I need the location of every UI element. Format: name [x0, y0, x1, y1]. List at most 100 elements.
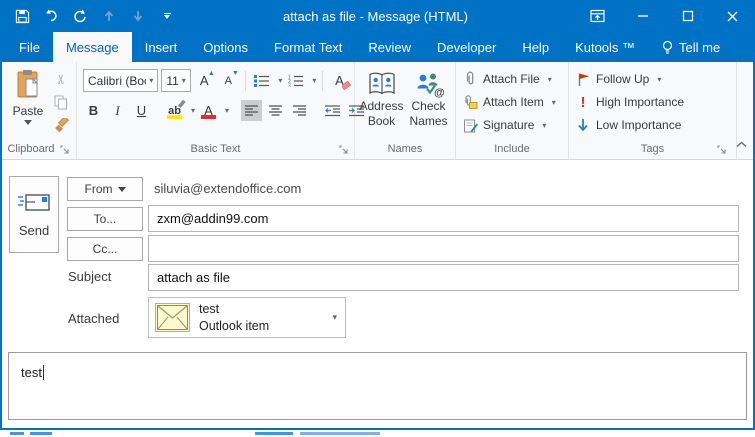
ribbon-tabs: File Message Insert Options Format Text …: [0, 32, 755, 62]
svg-text:@: @: [434, 87, 444, 98]
subject-input[interactable]: [148, 264, 739, 291]
decrease-indent-button[interactable]: [322, 100, 343, 121]
align-right-button[interactable]: [289, 100, 310, 121]
attachment-dropdown-icon[interactable]: ▾: [332, 312, 337, 323]
highlight-button[interactable]: ab: [164, 100, 186, 121]
close-button[interactable]: [710, 0, 755, 32]
font-color-button[interactable]: A: [198, 100, 219, 121]
attachment-item[interactable]: test Outlook item ▾: [148, 297, 346, 338]
send-button[interactable]: Send: [9, 176, 59, 253]
tab-file[interactable]: File: [6, 32, 53, 62]
cc-input[interactable]: [148, 235, 739, 262]
include-group-label: Include: [494, 143, 530, 155]
customize-quick-access-icon[interactable]: [158, 7, 176, 25]
tab-kutools[interactable]: Kutools ™: [562, 32, 648, 62]
window-controls: [575, 0, 755, 32]
align-center-button[interactable]: [265, 100, 286, 121]
subject-label: Subject: [68, 269, 112, 284]
redo-icon[interactable]: [71, 7, 89, 25]
save-icon[interactable]: [13, 7, 31, 25]
chevron-down-icon[interactable]: ▾: [278, 76, 282, 85]
low-importance-icon: [575, 118, 591, 132]
format-painter-icon[interactable]: [52, 116, 70, 134]
numbering-button[interactable]: 123: [285, 70, 306, 91]
quick-access-toolbar: [0, 7, 176, 25]
follow-up-button[interactable]: Follow Up ▾: [575, 69, 684, 89]
tab-review[interactable]: Review: [355, 32, 424, 62]
tab-insert[interactable]: Insert: [132, 32, 191, 62]
maximize-button[interactable]: [665, 0, 710, 32]
undo-icon[interactable]: [42, 7, 60, 25]
chevron-down-icon[interactable]: ▾: [312, 76, 316, 85]
address-book-button[interactable]: Address Book: [359, 67, 404, 141]
check-names-icon: @: [414, 69, 444, 99]
bullets-button[interactable]: [251, 70, 272, 91]
tab-tell-me[interactable]: Tell me: [648, 32, 733, 62]
cc-button[interactable]: Cc...: [67, 237, 143, 261]
underline-button[interactable]: U: [131, 100, 152, 121]
tab-developer[interactable]: Developer: [424, 32, 509, 62]
collapse-ribbon-icon[interactable]: [736, 135, 747, 153]
tab-message[interactable]: Message: [52, 32, 132, 62]
tab-format-text[interactable]: Format Text: [261, 32, 355, 62]
grow-font-button[interactable]: A ▲: [194, 70, 215, 91]
highlight-color-bar: [167, 115, 182, 119]
separator: [322, 70, 324, 91]
lightbulb-icon: [661, 40, 674, 55]
follow-up-label: Follow Up: [596, 72, 650, 86]
tab-help[interactable]: Help: [509, 32, 562, 62]
check-names-button[interactable]: @ Check Names: [406, 67, 451, 141]
low-importance-label: Low Importance: [596, 118, 682, 132]
font-size-value: 11: [166, 73, 179, 88]
font-size-combo[interactable]: 11 ▾: [161, 69, 191, 92]
chevron-down-icon[interactable]: ▾: [191, 106, 195, 115]
signature-button[interactable]: Signature ▾: [462, 115, 556, 135]
chevron-down-icon: [24, 120, 32, 125]
clear-formatting-button[interactable]: A: [329, 70, 352, 91]
window-border: [0, 0, 2, 430]
clipboard-group-label: Clipboard: [7, 143, 55, 155]
signature-icon: [462, 118, 478, 133]
align-left-button[interactable]: [241, 100, 263, 121]
send-label: Send: [18, 222, 50, 238]
basic-text-dialog-launcher-icon[interactable]: [339, 145, 348, 154]
to-input[interactable]: [148, 205, 739, 232]
window-title: attach as file - Message (HTML): [283, 8, 468, 24]
font-color-bar: [201, 115, 217, 119]
tab-options[interactable]: Options: [190, 32, 261, 62]
paste-icon: [15, 69, 42, 102]
check-names-label: Check Names: [409, 99, 448, 128]
font-name-value: Calibri (Boc: [88, 73, 147, 88]
previous-item-icon: [100, 7, 118, 25]
clipboard-dialog-launcher-icon[interactable]: [59, 144, 69, 154]
chevron-down-icon: ▾: [547, 74, 552, 84]
paste-button[interactable]: Paste: [6, 67, 50, 141]
attach-file-label: Attach File: [483, 72, 540, 86]
from-button[interactable]: From: [67, 177, 143, 201]
low-importance-button[interactable]: Low Importance: [575, 115, 684, 135]
bold-button[interactable]: B: [83, 100, 104, 121]
tags-dialog-launcher-icon[interactable]: [717, 145, 726, 154]
ribbon-display-options-icon[interactable]: [575, 0, 620, 32]
message-body-editor[interactable]: test: [8, 352, 747, 420]
shrink-font-button[interactable]: A ▼: [218, 70, 239, 91]
attach-item-icon: [462, 94, 478, 110]
cut-icon: ✂: [53, 73, 68, 85]
cc-button-label: Cc...: [92, 242, 118, 256]
high-importance-button[interactable]: ! High Importance: [575, 92, 685, 112]
high-importance-icon: !: [580, 93, 586, 111]
italic-button[interactable]: I: [107, 100, 128, 121]
minimize-button[interactable]: [620, 0, 665, 32]
outlook-item-envelope-icon: [155, 303, 190, 332]
shrink-font-arrow-icon: ▼: [231, 70, 239, 77]
highlight-pen-icon: [177, 100, 186, 109]
font-name-combo[interactable]: Calibri (Boc ▾: [83, 69, 159, 92]
attach-file-button[interactable]: Attach File ▾: [462, 69, 556, 89]
from-button-label: From: [84, 182, 113, 196]
to-button[interactable]: To...: [67, 207, 143, 231]
chevron-down-icon[interactable]: ▾: [225, 106, 229, 115]
next-item-icon: [129, 7, 147, 25]
align-right-icon: [293, 105, 307, 116]
chevron-down-icon: ▾: [149, 76, 154, 85]
attach-item-button[interactable]: Attach Item ▾: [462, 92, 556, 112]
